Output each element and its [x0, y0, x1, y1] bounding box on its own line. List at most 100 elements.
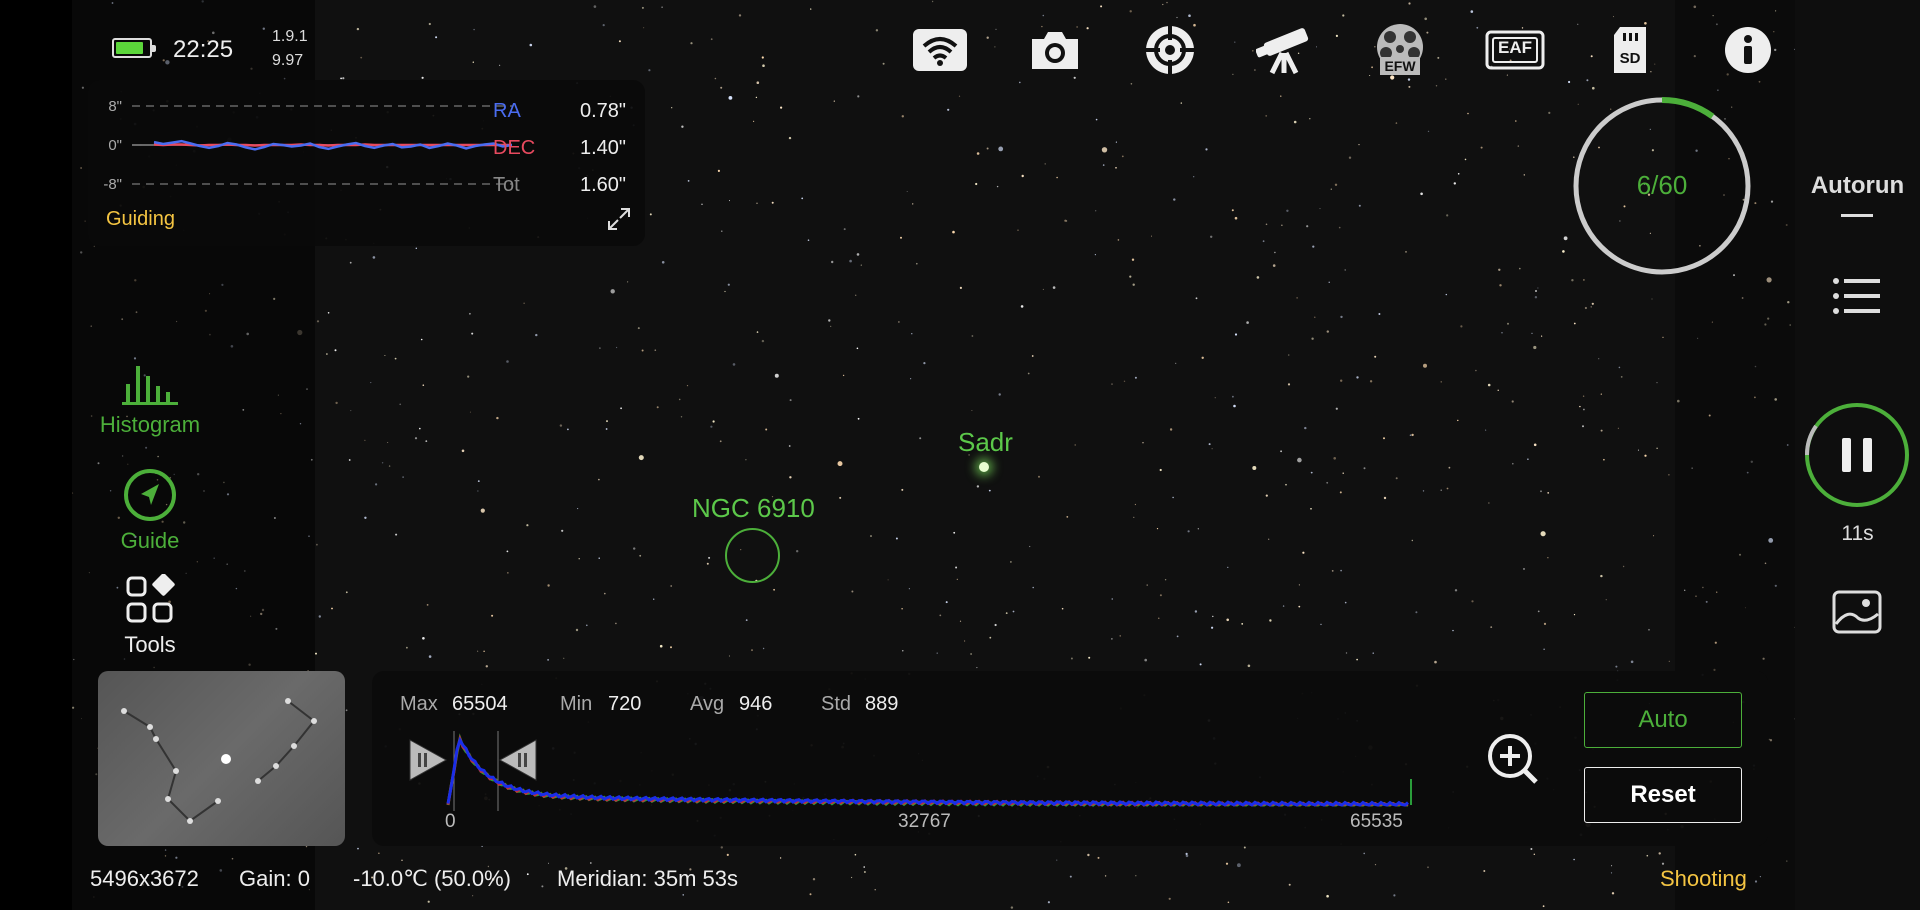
star: [548, 862, 549, 864]
star: [1540, 531, 1546, 537]
star: [765, 428, 768, 431]
filter-wheel-icon[interactable]: EFW: [1370, 22, 1430, 78]
star: [678, 398, 681, 401]
pause-button[interactable]: [1804, 402, 1910, 508]
list-icon[interactable]: [1832, 276, 1882, 321]
star: [714, 77, 717, 80]
guide-tool[interactable]: Guide: [90, 468, 210, 554]
star: [1102, 164, 1105, 166]
star: [1180, 102, 1183, 104]
star: [906, 191, 908, 192]
info-icon[interactable]: [1718, 22, 1778, 78]
gallery-icon[interactable]: [1832, 590, 1882, 639]
ngc-6910-marker[interactable]: [725, 528, 780, 583]
star: [761, 339, 765, 343]
star: [875, 29, 879, 32]
star: [649, 213, 652, 216]
star: [1069, 875, 1072, 878]
sky-map-thumbnail[interactable]: [98, 671, 345, 846]
star: [331, 607, 333, 610]
focuser-icon[interactable]: [1140, 22, 1200, 78]
star: [627, 281, 629, 283]
star: [477, 490, 479, 492]
star: [1243, 846, 1246, 849]
star: [681, 125, 684, 128]
star: [1119, 635, 1121, 637]
wifi-icon[interactable]: [910, 22, 970, 78]
star: [1309, 118, 1311, 120]
white-point-handle[interactable]: [498, 737, 538, 788]
auto-stretch-button[interactable]: Auto: [1584, 692, 1742, 748]
star: [1378, 313, 1381, 315]
star: [1582, 395, 1585, 397]
star: [567, 428, 569, 431]
star: [1440, 381, 1442, 383]
star: [870, 535, 872, 537]
sadr-label[interactable]: Sadr: [958, 427, 1013, 458]
star: [729, 200, 730, 202]
star: [1562, 250, 1565, 253]
star: [1185, 854, 1189, 858]
star: [919, 437, 922, 440]
star: [1448, 466, 1451, 469]
star: [1233, 404, 1236, 408]
star: [1435, 85, 1438, 87]
telescope-icon[interactable]: [1255, 22, 1315, 78]
star: [916, 262, 918, 265]
sd-card-icon[interactable]: SD: [1600, 22, 1660, 78]
star: [1348, 156, 1352, 159]
star: [789, 399, 792, 402]
star: [756, 331, 759, 333]
star: [1454, 589, 1458, 592]
star: [422, 637, 425, 640]
star: [1420, 192, 1423, 196]
star: [1485, 429, 1487, 431]
star: [364, 516, 367, 519]
ngc-6910-label[interactable]: NGC 6910: [692, 493, 815, 524]
star: [1499, 284, 1502, 287]
zoom-in-icon[interactable]: [1486, 732, 1540, 791]
star: [1338, 226, 1341, 229]
sadr-star[interactable]: [979, 462, 989, 472]
star: [1512, 462, 1514, 465]
star: [394, 357, 397, 360]
star: [1339, 491, 1342, 494]
star: [1523, 174, 1526, 176]
autorun-tab[interactable]: Autorun: [1800, 172, 1915, 200]
star: [1547, 557, 1549, 559]
eaf-icon[interactable]: EAF: [1485, 22, 1545, 78]
star: [1074, 444, 1076, 446]
star: [1326, 330, 1330, 333]
star: [1577, 23, 1579, 25]
star: [472, 895, 474, 897]
sequence-progress[interactable]: 6/60: [1572, 96, 1752, 276]
star: [1573, 858, 1575, 861]
camera-icon[interactable]: [1025, 22, 1085, 78]
star: [615, 622, 617, 625]
star: [670, 585, 673, 587]
star: [656, 406, 659, 409]
star: [661, 261, 665, 264]
star: [1129, 10, 1132, 13]
expand-icon[interactable]: [606, 206, 632, 237]
avg-value: 946: [739, 693, 773, 715]
star: [1637, 449, 1639, 451]
star: [912, 203, 914, 205]
star: [1480, 146, 1483, 149]
star: [616, 346, 618, 349]
star: [1173, 198, 1176, 201]
tools-menu[interactable]: Tools: [90, 573, 210, 658]
guiding-panel[interactable]: 8" 0" -8" RA 0.78" DEC 1.40" Tot 1.60" G…: [88, 80, 645, 246]
avg-label: Avg: [690, 693, 725, 715]
histogram-tool[interactable]: Histogram: [90, 362, 210, 438]
star: [1146, 584, 1148, 586]
star: [1534, 296, 1538, 299]
star: [428, 22, 431, 26]
star: [1056, 176, 1058, 179]
star: [356, 27, 360, 31]
star: [1111, 638, 1113, 640]
reset-button[interactable]: Reset: [1584, 767, 1742, 823]
black-point-handle[interactable]: [408, 737, 448, 788]
histogram-panel: Max 65504 Min 720 Avg 946 Std 889 0 3276…: [372, 671, 1768, 846]
star: [1422, 490, 1425, 492]
